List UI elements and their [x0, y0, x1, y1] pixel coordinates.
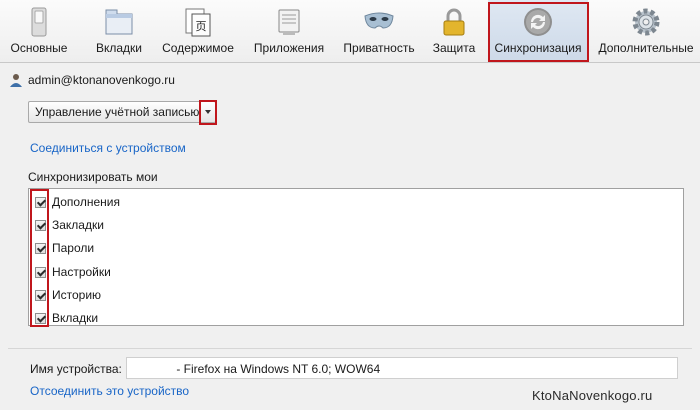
tab-security-label: Защита: [432, 41, 476, 55]
switch-icon: [31, 7, 47, 37]
applications-icon: [278, 9, 300, 35]
tab-privacy-label: Приватность: [343, 41, 415, 55]
preferences-toolbar: Основные Вкладки 页 Содержимое Приложения: [0, 0, 700, 63]
tab-applications-label: Приложения: [253, 41, 325, 55]
tab-content-label: Содержимое: [162, 41, 234, 55]
list-item-label: Настройки: [52, 265, 111, 279]
tab-security[interactable]: Защита: [424, 0, 484, 62]
watermark-text: KtoNaNovenkogo.ru: [532, 388, 653, 403]
privacy-mask-icon: [364, 12, 394, 29]
divider: [8, 348, 692, 349]
tab-content[interactable]: 页 Содержимое: [158, 0, 238, 62]
user-icon: [10, 74, 22, 87]
device-name-field[interactable]: - Firefox на Windows NT 6.0; WOW64: [126, 357, 678, 379]
tab-applications[interactable]: Приложения: [244, 0, 334, 62]
account-management-dropdown[interactable]: Управление учётной записью: [28, 101, 216, 123]
list-item-label: Историю: [52, 288, 102, 302]
highlight-box-checkboxes: [30, 189, 49, 327]
device-name-value: - Firefox на Windows NT 6.0; WOW64: [176, 362, 381, 376]
highlight-box-dropdown-arrow: [199, 100, 217, 125]
device-name-label: Имя устройства:: [30, 362, 122, 376]
highlight-box-sync-tab: [488, 2, 589, 62]
list-item-label: Закладки: [52, 218, 104, 232]
redacted-area: [133, 361, 173, 373]
connect-device-link[interactable]: Соединиться с устройством: [30, 141, 186, 155]
account-email: admin@ktonanovenkogo.ru: [28, 73, 175, 87]
list-item-label: Дополнения: [52, 195, 120, 209]
account-row: admin@ktonanovenkogo.ru: [10, 72, 175, 88]
tabs-window-icon: [105, 9, 133, 35]
tab-advanced[interactable]: Дополнительные: [592, 0, 700, 62]
tab-privacy[interactable]: Приватность: [338, 0, 420, 62]
padlock-icon: [443, 8, 465, 36]
tab-tabs-label: Вкладки: [95, 41, 143, 55]
sync-items-list: Дополнения Закладки Пароли Настройки Ист…: [28, 188, 684, 326]
gear-icon: [632, 8, 660, 36]
sync-section-title: Синхронизировать мои: [28, 170, 158, 184]
account-dropdown-value: Управление учётной записью: [35, 105, 200, 119]
tab-tabs[interactable]: Вкладки: [80, 0, 158, 62]
list-item-label: Вкладки: [52, 311, 99, 325]
disconnect-device-link[interactable]: Отсоединить это устройство: [30, 384, 189, 398]
svg-text:页: 页: [196, 20, 207, 33]
content-page-icon: 页: [185, 8, 211, 37]
list-item-label: Пароли: [52, 241, 95, 255]
tab-general[interactable]: Основные: [0, 0, 78, 62]
tab-general-label: Основные: [10, 41, 68, 55]
tab-advanced-label: Дополнительные: [598, 41, 694, 55]
